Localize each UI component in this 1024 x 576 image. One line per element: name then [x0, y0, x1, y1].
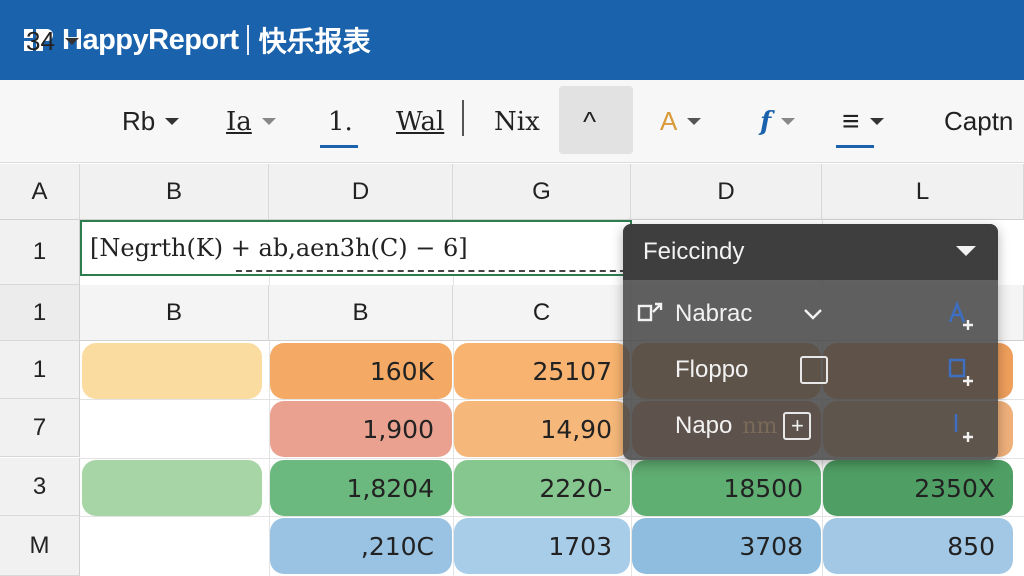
dropdown-item-label: Nabrac — [675, 300, 753, 327]
dropdown-item-label: Napo — [675, 412, 733, 439]
cell-rm-b[interactable] — [82, 518, 262, 574]
add-box-icon[interactable]: + — [783, 412, 812, 440]
cell-r1-d[interactable]: 160K — [270, 343, 452, 399]
chevron-down-icon — [956, 246, 976, 256]
dropdown-item-napo[interactable]: Napo nm + — [675, 408, 812, 444]
function-icon: f — [760, 106, 772, 137]
dropdown-selected-label: Feiccindy — [643, 238, 745, 265]
formula-text: [Negrth(K) + ab,aen3h(C) − 6] — [90, 234, 468, 262]
column-header-g[interactable]: G — [453, 164, 631, 220]
chevron-down-icon — [64, 38, 79, 45]
caption-button[interactable]: Captn — [944, 80, 1013, 163]
grid-line — [80, 516, 1024, 517]
column-header-d-2[interactable]: D — [631, 164, 822, 220]
formula-input[interactable]: [Negrth(K) + ab,aen3h(C) − 6] — [80, 220, 632, 276]
style-b-active-underline — [320, 145, 358, 148]
text-color-dropdown[interactable]: A — [660, 80, 702, 163]
line-add-icon[interactable] — [948, 412, 974, 442]
cell-r3-d[interactable]: 1,8204 — [270, 460, 452, 516]
cell-r7-d[interactable]: 1,900 — [270, 401, 452, 457]
dropdown-item-nabrac[interactable]: Nabrac — [637, 296, 824, 332]
text-color-icon: A — [660, 106, 678, 136]
style-b-label: 1. — [328, 106, 353, 137]
cell-rm-d[interactable]: ,210C — [270, 518, 452, 574]
column-header-l[interactable]: L — [822, 164, 1024, 220]
dropdown-item-label: Floppo — [675, 356, 749, 383]
cell-r7-b[interactable] — [82, 401, 262, 457]
dropdown-selected[interactable]: Feiccindy — [623, 224, 998, 280]
align-dropdown[interactable]: ≡ — [842, 80, 884, 163]
cell-r3-d2[interactable]: 18500 — [632, 460, 821, 516]
formula-dashed-line — [236, 270, 626, 272]
style-c-label: Wal — [396, 106, 445, 137]
sub-header-b[interactable]: B — [80, 285, 269, 341]
style-a-dropdown[interactable]: Ia — [226, 80, 276, 163]
text-add-icon[interactable] — [948, 300, 974, 330]
dropdown-item-floppo[interactable]: Floppo — [675, 352, 829, 388]
box-add-icon[interactable] — [948, 356, 974, 386]
caption-label: Captn — [944, 106, 1014, 136]
app-title: HappyReport — [62, 23, 239, 56]
chevron-down-icon — [869, 118, 884, 125]
app-title-chinese: 快乐报表 — [258, 25, 371, 58]
cell-r1-b[interactable] — [82, 343, 262, 399]
checkbox-empty-icon[interactable] — [800, 356, 829, 384]
cell-r3-b[interactable] — [82, 460, 262, 516]
align-icon: ≡ — [842, 104, 860, 138]
style-d-button[interactable]: Nix — [494, 80, 540, 163]
chevron-up-icon: ^ — [583, 105, 597, 137]
title-separator — [246, 25, 249, 55]
cell-rm-d2[interactable]: 3708 — [632, 518, 821, 574]
row-header-sub[interactable]: 1 — [0, 285, 80, 341]
function-dropdown[interactable]: f — [760, 80, 796, 163]
row-header-formula[interactable]: 1 — [0, 220, 80, 285]
chevron-down-icon — [261, 118, 276, 125]
style-d-label: Nix — [494, 106, 540, 137]
chevron-down-icon — [165, 118, 180, 125]
sub-header-b-2[interactable]: B — [269, 285, 453, 341]
collapse-button[interactable]: ^ — [583, 80, 596, 163]
row-header-1[interactable]: 1 — [0, 341, 80, 399]
sub-header-c[interactable]: C — [453, 285, 631, 341]
font-size-value: 34 — [26, 26, 55, 56]
align-active-underline — [836, 145, 874, 148]
row-header-7[interactable]: 7 — [0, 399, 80, 457]
row-header-m[interactable]: M — [0, 516, 80, 576]
toolbar-separator — [462, 100, 464, 136]
cell-rm-l[interactable]: 850 — [823, 518, 1013, 574]
chevron-down-icon — [687, 118, 702, 125]
cell-r7-g[interactable]: 14,90 — [454, 401, 630, 457]
background-text: nm — [742, 413, 778, 439]
row-header-3[interactable]: 3 — [0, 458, 80, 516]
cell-r3-g[interactable]: 2220- — [454, 460, 630, 516]
style-b-button[interactable]: 1. — [328, 80, 353, 163]
crop-icon — [637, 302, 663, 322]
cell-r3-l[interactable]: 2350X — [823, 460, 1013, 516]
font-size-dropdown[interactable]: 34 — [26, 0, 79, 83]
font-name-value: Rb — [122, 106, 156, 136]
column-header-a[interactable]: A — [0, 164, 80, 220]
chevron-down-icon — [781, 118, 796, 125]
column-header-b[interactable]: B — [80, 164, 269, 220]
cell-rm-g[interactable]: 1703 — [454, 518, 630, 574]
style-a-label: Ia — [226, 106, 252, 137]
title-bar: HappyReport 快乐报表 — [0, 0, 1024, 80]
style-c-button[interactable]: Wal — [396, 80, 444, 163]
column-header-d[interactable]: D — [269, 164, 453, 220]
cell-r1-g[interactable]: 25107 — [454, 343, 630, 399]
font-family-dropdown-panel: Feiccindy Nabrac Floppo Napo nm + — [623, 224, 998, 460]
font-name-dropdown[interactable]: Rb — [122, 80, 180, 163]
chevron-down-icon — [804, 309, 823, 320]
